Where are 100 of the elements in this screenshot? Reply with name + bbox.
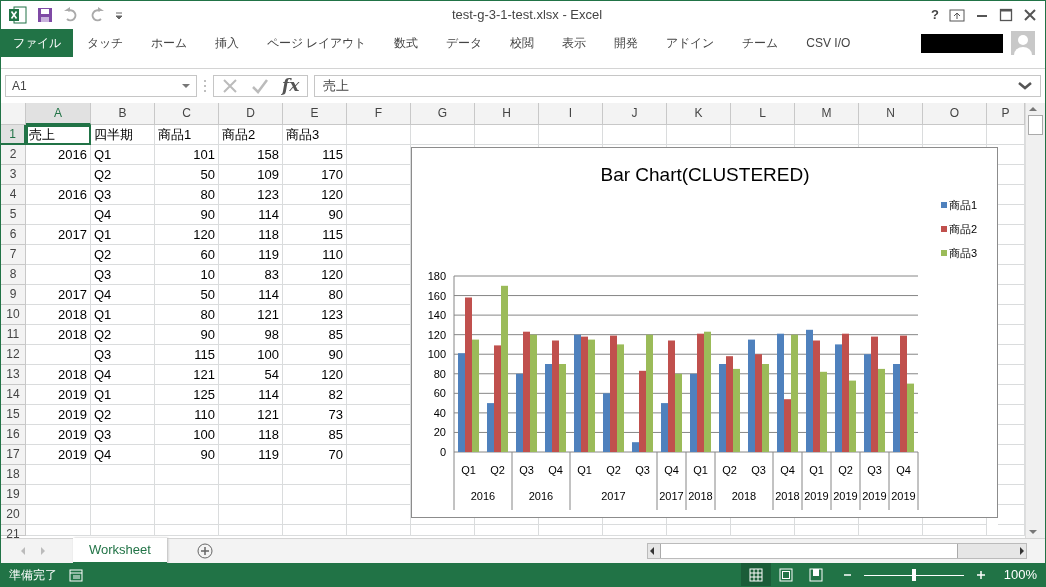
row-header[interactable]: 4 (1, 185, 26, 205)
column-header[interactable]: M (795, 103, 859, 125)
table-cell[interactable]: 2018 (26, 325, 91, 345)
table-cell[interactable]: 50 (155, 165, 219, 185)
table-cell[interactable]: 90 (155, 205, 219, 225)
table-cell[interactable]: 2019 (26, 425, 91, 445)
empty-cell[interactable] (91, 505, 155, 525)
formula-field[interactable]: 売上 (314, 75, 1041, 97)
save-icon[interactable] (37, 7, 53, 23)
table-cell[interactable]: 2017 (26, 225, 91, 245)
table-cell[interactable]: 100 (219, 345, 283, 365)
row-header[interactable]: 9 (1, 285, 26, 305)
table-cell[interactable]: 121 (155, 365, 219, 385)
row-header[interactable]: 20 (1, 505, 26, 525)
table-cell[interactable]: 125 (155, 385, 219, 405)
table-cell[interactable]: 120 (155, 225, 219, 245)
scroll-left-icon[interactable] (648, 546, 656, 556)
row-header[interactable]: 8 (1, 265, 26, 285)
empty-cell[interactable] (155, 465, 219, 485)
expand-caret-icon[interactable] (1018, 82, 1032, 90)
empty-cell[interactable] (731, 125, 795, 145)
table-cell[interactable]: 114 (219, 205, 283, 225)
table-cell[interactable]: 120 (283, 185, 347, 205)
empty-cell[interactable] (91, 525, 155, 536)
empty-cell[interactable] (283, 465, 347, 485)
ribbon-tab[interactable]: ホーム (137, 29, 201, 57)
table-cell[interactable]: Q4 (91, 365, 155, 385)
table-cell[interactable]: 2018 (26, 365, 91, 385)
row-header[interactable]: 10 (1, 305, 26, 325)
zoom-slider-thumb[interactable] (911, 568, 916, 581)
ribbon-tab[interactable]: チーム (728, 29, 793, 57)
table-cell[interactable]: 120 (283, 265, 347, 285)
table-cell[interactable]: Q1 (91, 385, 155, 405)
column-header[interactable]: C (155, 103, 219, 125)
close-icon[interactable] (1023, 8, 1037, 22)
empty-cell[interactable] (219, 465, 283, 485)
excel-logo-icon[interactable] (9, 6, 27, 24)
table-cell[interactable]: 123 (283, 305, 347, 325)
row-header[interactable]: 17 (1, 445, 26, 465)
table-cell[interactable]: 2016 (26, 145, 91, 165)
scrollbar-thumb[interactable] (1028, 115, 1043, 135)
empty-cell[interactable] (411, 125, 475, 145)
table-cell[interactable]: 109 (219, 165, 283, 185)
table-cell[interactable]: 101 (155, 145, 219, 165)
empty-cell[interactable] (155, 525, 219, 536)
table-cell[interactable]: Q2 (91, 165, 155, 185)
table-cell[interactable]: 90 (155, 325, 219, 345)
row-header[interactable]: 11 (1, 325, 26, 345)
table-cell[interactable]: 114 (219, 285, 283, 305)
empty-cell[interactable] (91, 465, 155, 485)
row-header[interactable]: 12 (1, 345, 26, 365)
enter-icon[interactable] (252, 78, 268, 94)
maximize-icon[interactable] (999, 8, 1013, 22)
table-cell[interactable]: 119 (219, 245, 283, 265)
empty-cell[interactable] (795, 525, 859, 536)
vertical-scrollbar[interactable] (1025, 103, 1045, 538)
ribbon-tab[interactable]: CSV I/O (792, 29, 865, 57)
ribbon-tab[interactable]: ページ レイアウト (253, 29, 381, 57)
row-header[interactable]: 18 (1, 465, 26, 485)
table-cell[interactable]: Q1 (91, 225, 155, 245)
empty-cell[interactable] (603, 525, 667, 536)
row-header[interactable]: 5 (1, 205, 26, 225)
horizontal-scrollbar[interactable] (647, 543, 1027, 559)
table-cell[interactable]: 80 (155, 185, 219, 205)
ribbon-tab[interactable]: タッチ (73, 29, 137, 57)
scroll-down-icon[interactable] (1028, 528, 1038, 536)
table-cell[interactable]: Q2 (91, 325, 155, 345)
table-cell[interactable]: 10 (155, 265, 219, 285)
column-header[interactable]: D (219, 103, 283, 125)
column-header[interactable]: G (411, 103, 475, 125)
customize-caret-icon[interactable] (115, 10, 123, 20)
table-cell[interactable]: 82 (283, 385, 347, 405)
ribbon-tab[interactable]: アドイン (652, 29, 729, 57)
table-cell[interactable]: 115 (283, 225, 347, 245)
ribbon-display-icon[interactable] (949, 8, 965, 22)
table-cell[interactable]: 90 (155, 445, 219, 465)
table-cell[interactable]: 115 (283, 145, 347, 165)
empty-cell[interactable] (731, 525, 795, 536)
table-cell[interactable]: Q1 (91, 145, 155, 165)
row-header[interactable]: 19 (1, 485, 26, 505)
table-cell[interactable]: 123 (219, 185, 283, 205)
table-cell[interactable]: 73 (283, 405, 347, 425)
empty-cell[interactable] (283, 525, 347, 536)
zoom-in-icon[interactable] (975, 570, 986, 580)
table-cell[interactable]: 80 (155, 305, 219, 325)
table-cell[interactable]: Q2 (91, 245, 155, 265)
table-cell[interactable]: 商品1 (155, 125, 219, 145)
table-cell[interactable]: 114 (219, 385, 283, 405)
empty-cell[interactable] (155, 505, 219, 525)
table-cell[interactable]: Q2 (91, 405, 155, 425)
table-cell[interactable]: Q4 (91, 285, 155, 305)
table-cell[interactable]: 85 (283, 425, 347, 445)
empty-cell[interactable] (539, 125, 603, 145)
column-header[interactable]: K (667, 103, 731, 125)
table-cell[interactable]: 四半期 (91, 125, 155, 145)
table-cell[interactable]: 商品3 (283, 125, 347, 145)
table-cell[interactable]: 60 (155, 245, 219, 265)
avatar-icon[interactable] (1011, 31, 1035, 55)
column-header[interactable]: A (26, 103, 91, 125)
column-header[interactable]: P (987, 103, 1025, 125)
